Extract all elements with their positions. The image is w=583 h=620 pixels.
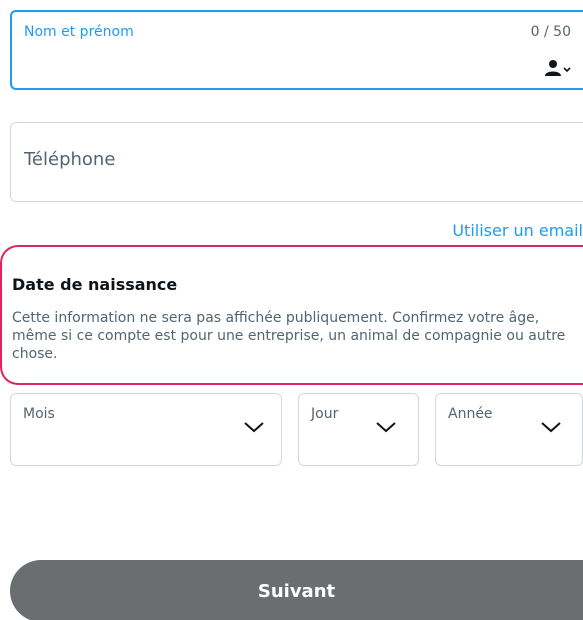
chevron-down-icon (541, 422, 561, 433)
chevron-down-icon (376, 422, 396, 433)
signup-form-page: Nom et prénom 0 / 50 Téléphone Utiliser … (0, 0, 583, 620)
name-input[interactable]: Nom et prénom 0 / 50 (10, 10, 583, 90)
dob-description: Cette information ne sera pas affichée p… (12, 310, 566, 362)
next-button-label: Suivant (257, 580, 336, 602)
dob-title: Date de naissance (12, 275, 178, 294)
year-select[interactable]: Année (435, 393, 583, 466)
phone-input-placeholder: Téléphone (24, 149, 116, 170)
month-select-label: Mois (23, 406, 55, 422)
name-input-label: Nom et prénom (24, 24, 134, 40)
date-of-birth-section: Date de naissance Cette information ne s… (0, 245, 583, 385)
chevron-down-icon (244, 422, 264, 433)
day-select-label: Jour (311, 406, 339, 422)
person-icon[interactable] (543, 56, 571, 80)
day-select[interactable]: Jour (298, 393, 419, 466)
next-button[interactable]: Suivant (10, 560, 583, 620)
year-select-label: Année (448, 406, 493, 422)
phone-input[interactable]: Téléphone (10, 122, 583, 202)
name-char-counter: 0 / 50 (530, 24, 571, 40)
use-email-link[interactable]: Utiliser un email (452, 221, 583, 240)
month-select[interactable]: Mois (10, 393, 282, 466)
